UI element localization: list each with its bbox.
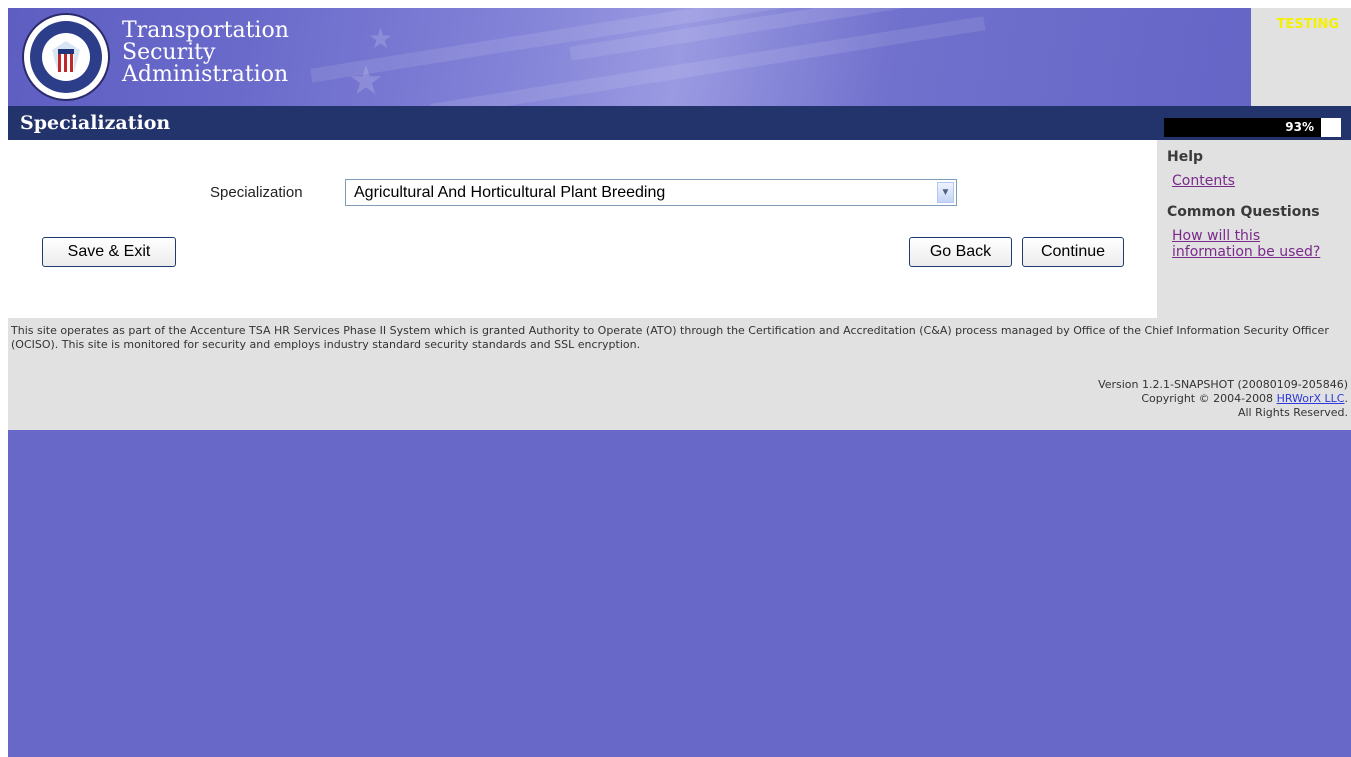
- environment-panel: TESTING: [1251, 8, 1351, 106]
- page-title-bar: Specialization 93%: [8, 106, 1351, 140]
- dhs-seal-logo: [22, 13, 110, 101]
- progress-percent: 93%: [1285, 120, 1314, 134]
- agency-name: Transportation Security Administration: [122, 20, 289, 86]
- help-sidebar: Help Contents Common Questions How will …: [1157, 140, 1351, 318]
- specialization-select[interactable]: Agricultural And Horticultural Plant Bre…: [345, 179, 957, 206]
- continue-button[interactable]: Continue: [1022, 237, 1124, 267]
- security-notice: This site operates as part of the Accent…: [11, 324, 1329, 351]
- specialization-label: Specialization: [210, 184, 303, 201]
- chevron-down-icon[interactable]: ▼: [937, 182, 954, 203]
- footer: This site operates as part of the Accent…: [8, 318, 1351, 430]
- version-text: Version 1.2.1-SNAPSHOT (20080109-205846): [1098, 378, 1348, 391]
- form-panel: Specialization Agricultural And Horticul…: [8, 140, 1157, 318]
- help-heading: Help: [1167, 149, 1204, 165]
- page-title: Specialization: [20, 112, 171, 134]
- star-icon: ★: [348, 58, 384, 104]
- copyright-line: Copyright © 2004-2008 HRWorX LLC.: [1098, 392, 1348, 406]
- header-banner: ★ ★ Transportation Security Administrati…: [8, 8, 1351, 106]
- common-questions-heading: Common Questions: [1167, 204, 1320, 220]
- agency-line: Transportation: [122, 18, 289, 43]
- copyright-period: .: [1344, 392, 1349, 405]
- help-contents-link[interactable]: Contents: [1172, 173, 1235, 189]
- version-info: Version 1.2.1-SNAPSHOT (20080109-205846)…: [1098, 378, 1348, 420]
- specialization-selected-value: Agricultural And Horticultural Plant Bre…: [354, 184, 666, 201]
- environment-badge: TESTING: [1276, 17, 1339, 32]
- progress-bar: 93%: [1164, 118, 1341, 137]
- save-exit-button[interactable]: Save & Exit: [42, 237, 176, 267]
- go-back-button[interactable]: Go Back: [909, 237, 1012, 267]
- agency-line: Security: [122, 40, 216, 65]
- star-icon: ★: [368, 22, 394, 55]
- progress-fill: [1321, 118, 1341, 137]
- app-frame: ★ ★ Transportation Security Administrati…: [8, 8, 1351, 757]
- company-link[interactable]: HRWorX LLC: [1277, 392, 1345, 405]
- question-link[interactable]: How will this information be used?: [1172, 228, 1342, 260]
- agency-line: Administration: [122, 62, 289, 87]
- copyright-text: Copyright © 2004-2008: [1141, 392, 1274, 405]
- rights-text: All Rights Reserved.: [1237, 406, 1348, 419]
